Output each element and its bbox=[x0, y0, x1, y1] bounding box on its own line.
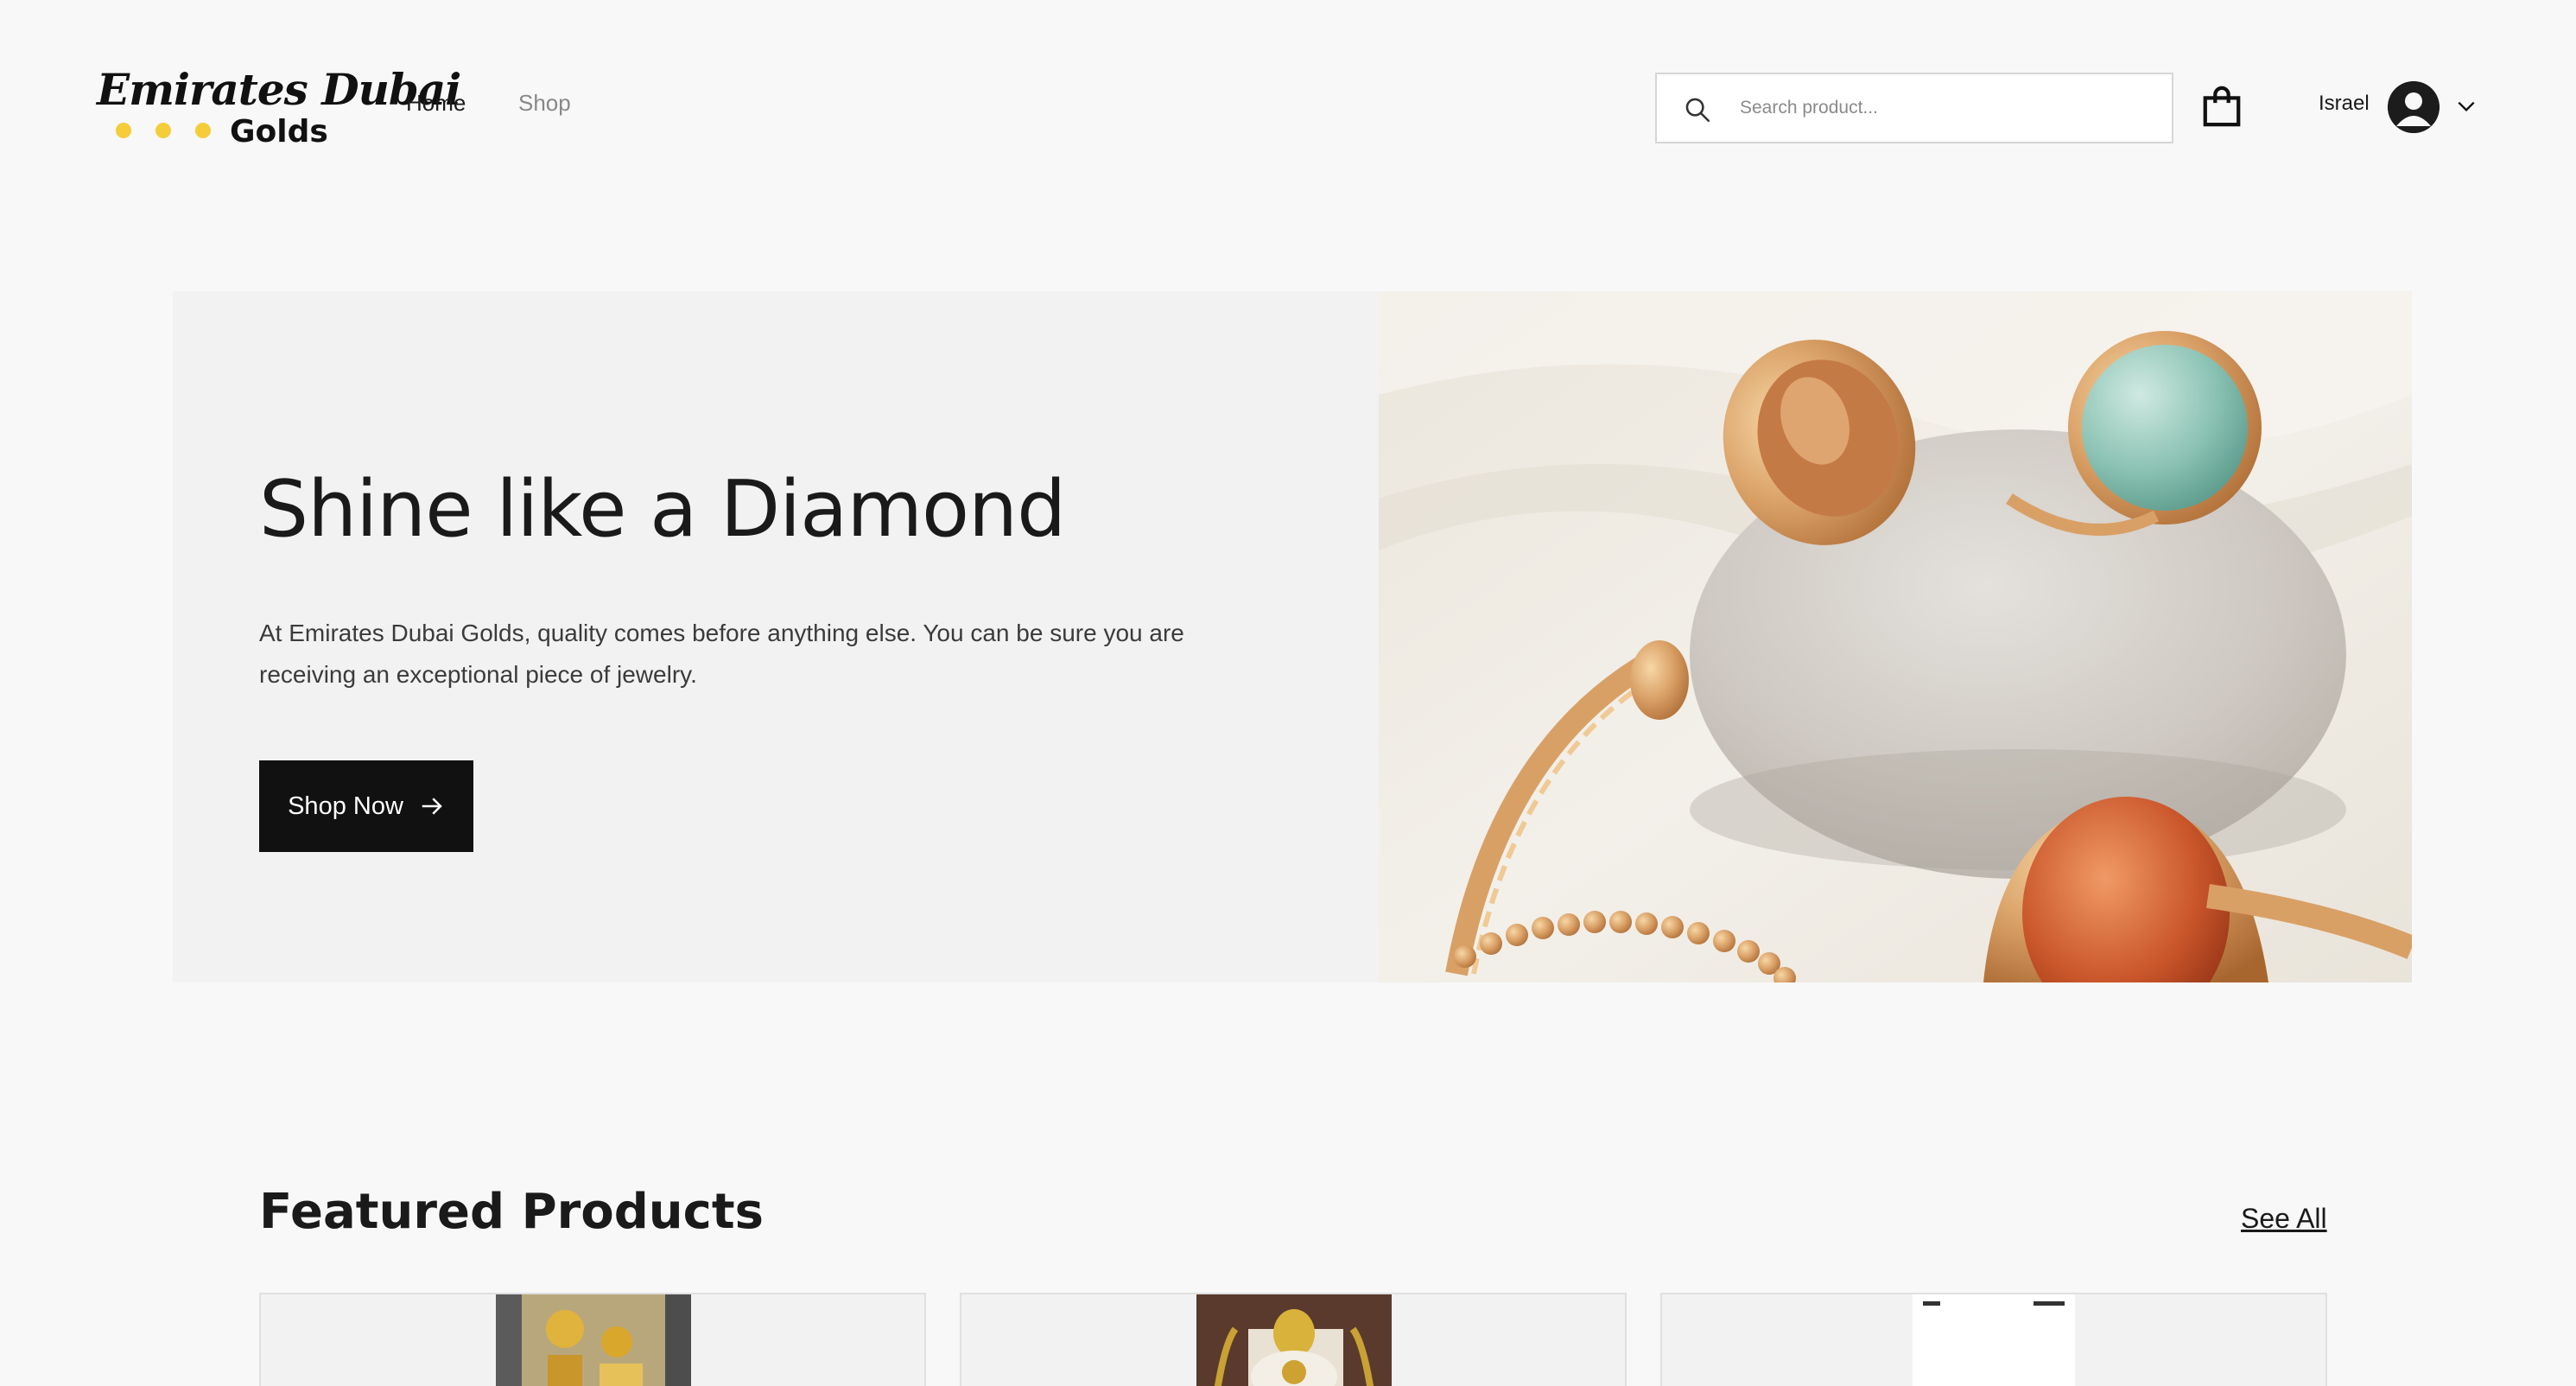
product-image[interactable] bbox=[1196, 1294, 1392, 1386]
product-card[interactable] bbox=[1660, 1293, 2327, 1386]
search-input[interactable] bbox=[1740, 90, 2154, 126]
hero-description: At Emirates Dubai Golds, quality comes b… bbox=[259, 620, 1184, 688]
hero-text-panel: Shine like a Diamond At Emirates Dubai G… bbox=[173, 291, 1379, 982]
nav-shop-link[interactable]: Shop bbox=[518, 90, 571, 117]
product-image[interactable] bbox=[496, 1294, 691, 1386]
nav-home-link[interactable]: Home bbox=[406, 90, 466, 117]
product-card[interactable] bbox=[259, 1293, 926, 1386]
user-name[interactable]: Israel bbox=[2319, 92, 2370, 116]
shop-now-label: Shop Now bbox=[288, 792, 403, 820]
logo-sub-text: Golds bbox=[230, 114, 328, 149]
product-image[interactable] bbox=[1913, 1294, 2075, 1386]
arrow-right-icon bbox=[422, 798, 442, 815]
site-header: Emirates Dubai Golds Home Shop Israel bbox=[0, 0, 2576, 216]
search-icon[interactable] bbox=[1683, 95, 1712, 124]
see-all-link[interactable]: See All bbox=[2241, 1203, 2327, 1235]
shop-now-button[interactable]: Shop Now bbox=[259, 760, 473, 852]
brand-logo[interactable]: Emirates Dubai Golds bbox=[97, 64, 461, 150]
hero-banner: Shine like a Diamond At Emirates Dubai G… bbox=[173, 291, 2412, 982]
user-avatar-icon[interactable] bbox=[2388, 81, 2440, 133]
chevron-down-icon[interactable] bbox=[2455, 95, 2478, 118]
hero-jewelry-image bbox=[1379, 291, 2412, 982]
product-card[interactable] bbox=[960, 1293, 1627, 1386]
logo-dots bbox=[116, 123, 235, 143]
hero-title: Shine like a Diamond bbox=[259, 464, 1066, 555]
featured-products-title: Featured Products bbox=[259, 1184, 764, 1240]
shopping-bag-icon[interactable] bbox=[2201, 85, 2243, 128]
search-box[interactable] bbox=[1655, 73, 2173, 143]
